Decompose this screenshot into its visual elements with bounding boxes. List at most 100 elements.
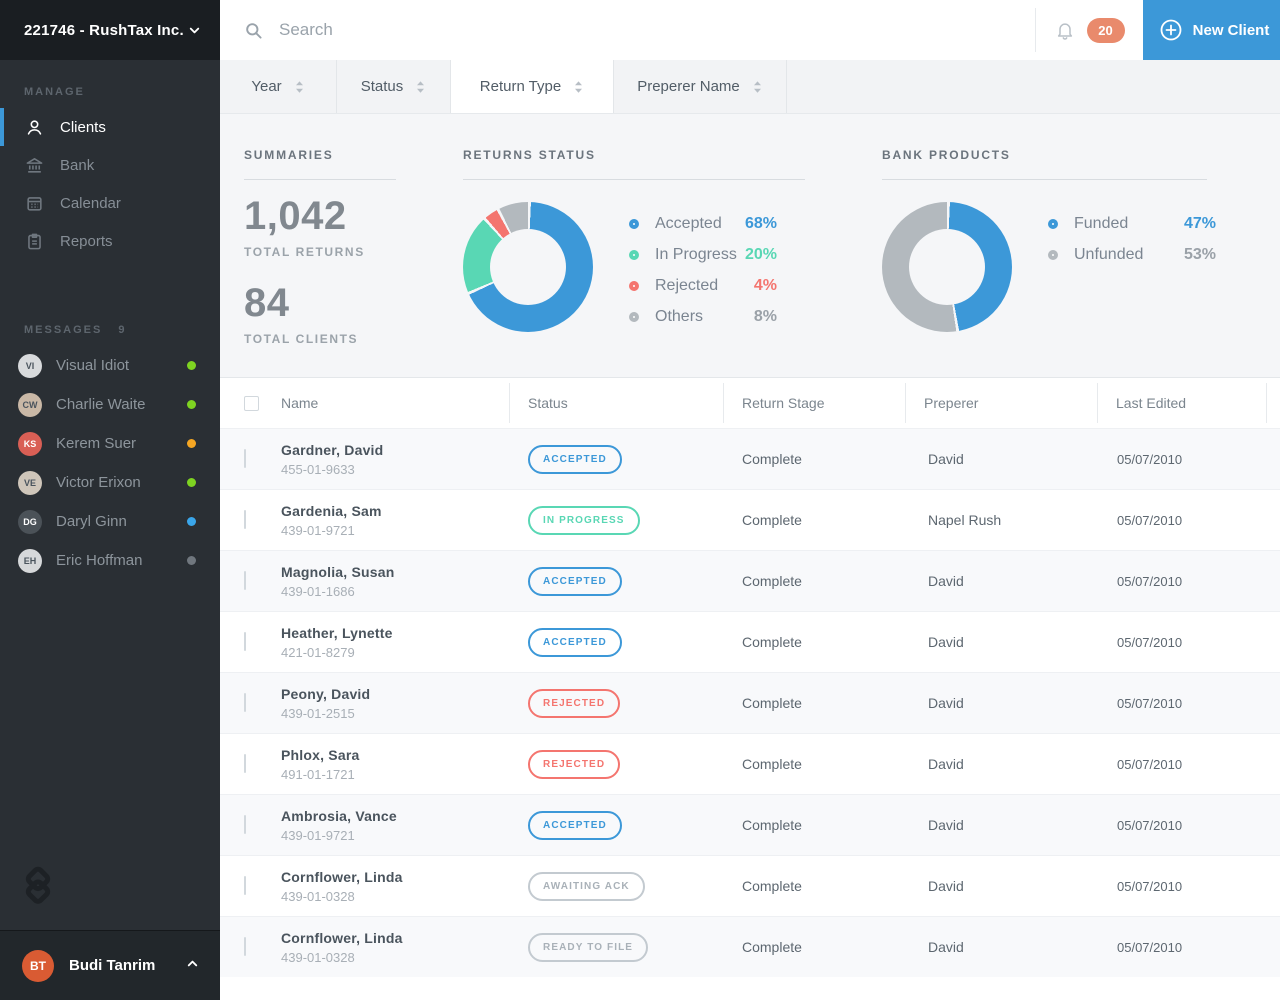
legend-percent: 53% <box>1184 246 1216 264</box>
last-edited-cell: 05/07/2010 <box>1098 574 1267 589</box>
table-row[interactable]: Phlox, Sara 491-01-1721REJECTEDCompleteDa… <box>220 733 1280 794</box>
row-checkbox[interactable] <box>244 876 246 895</box>
column-header-return-stage[interactable]: Return Stage <box>724 383 906 423</box>
row-checkbox[interactable] <box>244 632 246 651</box>
sidebar-item-label: Calendar <box>60 195 121 212</box>
status-cell: REJECTED <box>510 689 724 718</box>
preperer-cell: David <box>906 756 1098 772</box>
client-name: Cornflower, Linda <box>281 869 510 885</box>
bell-icon[interactable] <box>1055 19 1075 41</box>
row-checkbox[interactable] <box>244 510 246 529</box>
app-root: 221746 - RushTax Inc. MANAGE ClientsBank… <box>0 0 1280 1000</box>
status-badge: READY TO FILE <box>528 933 648 962</box>
client-name: Heather, Lynette <box>281 625 510 641</box>
sidebar-item-bank[interactable]: Bank <box>0 146 220 184</box>
status-cell: ACCEPTED <box>510 445 724 474</box>
row-checkbox-cell <box>220 511 281 529</box>
row-checkbox[interactable] <box>244 815 246 834</box>
last-edited-cell: 05/07/2010 <box>1098 879 1267 894</box>
legend-label: Funded <box>1074 215 1184 233</box>
company-selector[interactable]: 221746 - RushTax Inc. <box>0 0 220 60</box>
table-row[interactable]: Gardenia, Sam439-01-9721IN PROGRESSCompl… <box>220 489 1280 550</box>
return-stage-cell: Complete <box>724 756 906 772</box>
legend-item: Others8% <box>629 301 777 332</box>
column-header-status[interactable]: Status <box>510 383 724 423</box>
avatar: EH <box>18 549 42 573</box>
row-checkbox[interactable] <box>244 571 246 590</box>
bank-icon <box>24 155 44 175</box>
sidebar: 221746 - RushTax Inc. MANAGE ClientsBank… <box>0 0 220 1000</box>
sort-icon <box>294 80 305 94</box>
clients-table: NameStatusReturn StagePrepererLast Edite… <box>220 378 1280 1000</box>
client-name: Cornflower, Linda <box>281 930 510 946</box>
divider <box>882 179 1207 180</box>
column-header-preperer[interactable]: Preperer <box>906 383 1098 423</box>
client-ssn: 491-01-1721 <box>281 767 510 782</box>
table-row[interactable]: Gardner, David455-01-9633ACCEPTEDComplet… <box>220 428 1280 489</box>
table-row[interactable]: Magnolia, Susan439-01-1686ACCEPTEDComple… <box>220 550 1280 611</box>
return-stage-cell: Complete <box>724 817 906 833</box>
client-ssn: 421-01-8279 <box>281 645 510 660</box>
sidebar-item-clients[interactable]: Clients <box>0 108 220 146</box>
status-cell: ACCEPTED <box>510 567 724 596</box>
table-row[interactable]: Cornflower, Linda439-01-0328AWAITING ACK… <box>220 855 1280 916</box>
search-input[interactable] <box>279 20 1035 40</box>
message-item[interactable]: VIVisual Idiot <box>0 346 220 385</box>
notifications: 20 <box>1035 8 1143 52</box>
filter-label: Status <box>361 78 404 95</box>
message-item[interactable]: EHEric Hoffman <box>0 541 220 580</box>
table-row[interactable]: Ambrosia, Vance439-01-9721ACCEPTEDComple… <box>220 794 1280 855</box>
client-name: Phlox, Sara <box>281 747 510 763</box>
notification-badge[interactable]: 20 <box>1087 18 1125 43</box>
message-item[interactable]: VEVictor Erixon <box>0 463 220 502</box>
column-header-name[interactable]: Name <box>281 383 510 423</box>
preperer-cell: David <box>906 451 1098 467</box>
sidebar-nav: Clients Bank Calendar Reports <box>0 108 220 260</box>
messages-list: VIVisual IdiotCWCharlie WaiteKSKerem Sue… <box>0 346 220 580</box>
status-cell: REJECTED <box>510 750 724 779</box>
message-item[interactable]: CWCharlie Waite <box>0 385 220 424</box>
message-name: Daryl Ginn <box>56 513 187 530</box>
sidebar-item-calendar[interactable]: Calendar <box>0 184 220 222</box>
table-row[interactable]: Cornflower, Linda439-01-0328READY TO FIL… <box>220 916 1280 977</box>
table-row[interactable]: Peony, David439-01-2515REJECTEDCompleteD… <box>220 672 1280 733</box>
presence-dot <box>187 361 196 370</box>
row-checkbox-cell <box>220 694 281 712</box>
message-item[interactable]: KSKerem Suer <box>0 424 220 463</box>
row-checkbox[interactable] <box>244 693 246 712</box>
new-client-button[interactable]: New Client <box>1143 0 1280 60</box>
filter-preperer-name[interactable]: Preperer Name <box>614 60 787 113</box>
sidebar-item-label: Clients <box>60 119 106 136</box>
sidebar-item-reports[interactable]: Reports <box>0 222 220 260</box>
preperer-cell: Napel Rush <box>906 512 1098 528</box>
avatar: BT <box>22 950 54 982</box>
user-menu[interactable]: BT Budi Tanrim <box>0 930 220 1000</box>
legend-ring-icon <box>629 219 639 229</box>
filter-return-type[interactable]: Return Type <box>451 60 614 113</box>
row-checkbox[interactable] <box>244 449 246 468</box>
main-content: 20 New Client YearStatusReturn TypePrepe… <box>220 0 1280 1000</box>
row-checkbox-cell <box>220 633 281 651</box>
row-checkbox[interactable] <box>244 754 246 773</box>
row-checkbox[interactable] <box>244 937 246 956</box>
last-edited-cell: 05/07/2010 <box>1098 757 1267 772</box>
filter-year[interactable]: Year <box>220 60 337 113</box>
select-all-checkbox[interactable] <box>244 396 259 411</box>
row-checkbox-cell <box>220 938 281 956</box>
legend-percent: 4% <box>754 277 777 295</box>
avatar: VI <box>18 354 42 378</box>
client-ssn: 439-01-2515 <box>281 706 510 721</box>
filter-status[interactable]: Status <box>337 60 451 113</box>
legend-label: Rejected <box>655 277 754 295</box>
message-item[interactable]: DGDaryl Ginn <box>0 502 220 541</box>
column-header-last-edited[interactable]: Last Edited <box>1098 383 1267 423</box>
last-edited-cell: 05/07/2010 <box>1098 513 1267 528</box>
avatar: KS <box>18 432 42 456</box>
status-cell: AWAITING ACK <box>510 872 724 901</box>
total-clients-label: TOTAL CLIENTS <box>244 332 396 346</box>
preperer-cell: David <box>906 634 1098 650</box>
total-returns-label: TOTAL RETURNS <box>244 245 396 259</box>
client-ssn: 455-01-9633 <box>281 462 510 477</box>
table-row[interactable]: Heather, Lynette421-01-8279ACCEPTEDCompl… <box>220 611 1280 672</box>
client-name-cell: Magnolia, Susan439-01-1686 <box>281 564 510 599</box>
